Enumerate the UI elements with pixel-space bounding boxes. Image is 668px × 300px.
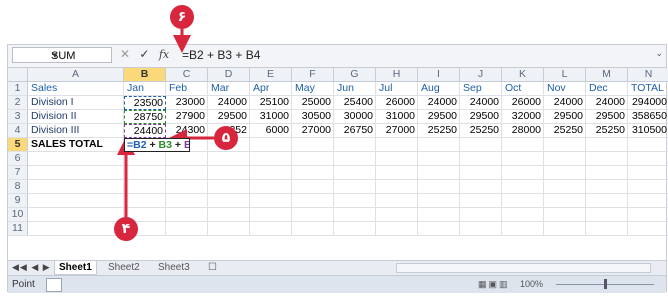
ref-b3-token: B3 — [158, 139, 172, 151]
plus-token: + — [146, 139, 159, 151]
plus-token: + — [171, 139, 184, 151]
cell-b5[interactable]: =B2 + B3 + B4 — [124, 138, 190, 152]
callout-arrows — [117, 29, 214, 217]
ref-b4-token: B4 — [184, 139, 189, 151]
ref-b2-token: =B2 — [127, 139, 147, 151]
